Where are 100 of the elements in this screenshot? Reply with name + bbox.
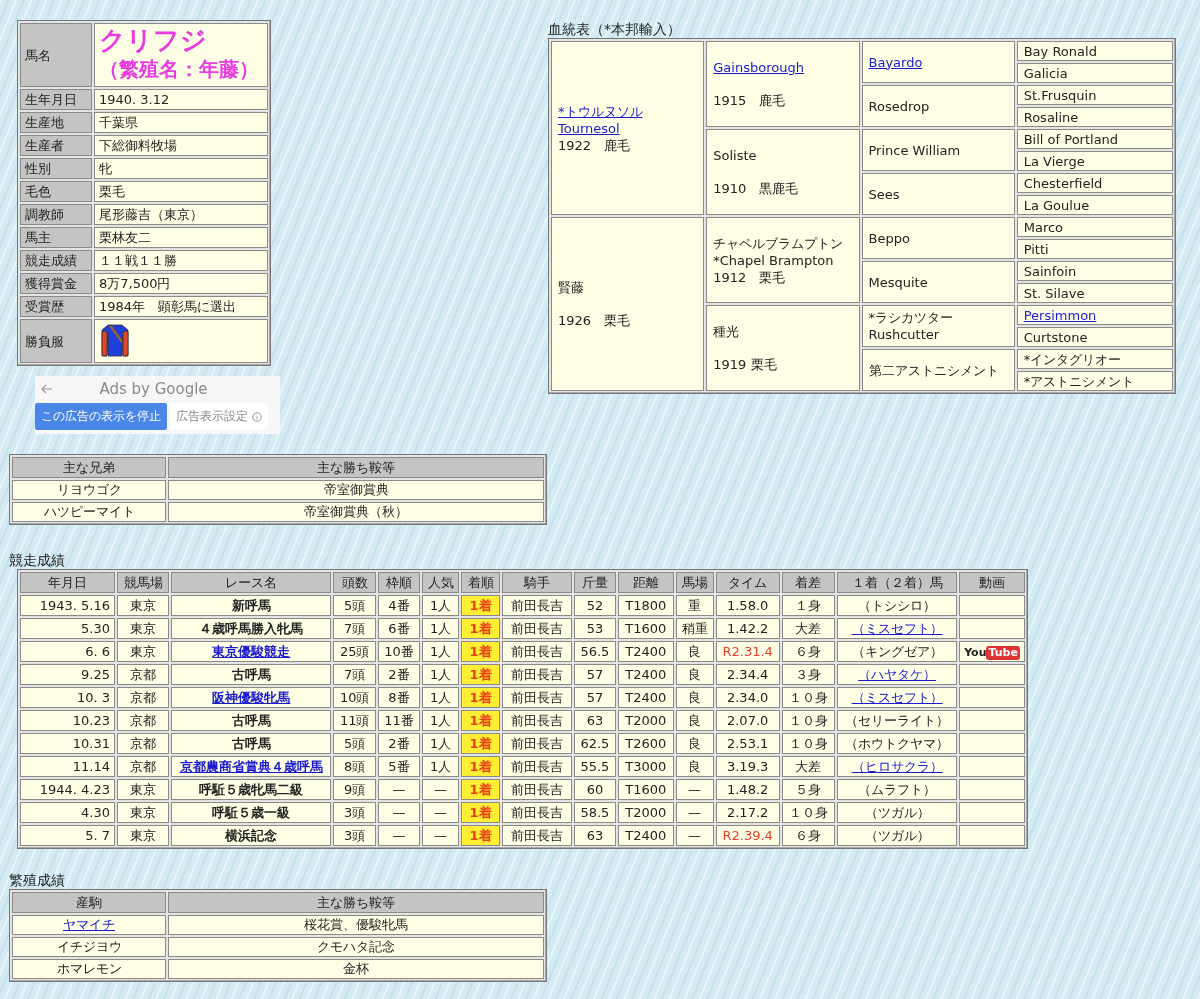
section-title: 血統表（*本邦輸入）: [548, 20, 682, 38]
ancestor-link[interactable]: Tournesol: [558, 120, 620, 136]
table-cell: 1人: [421, 710, 460, 731]
field-label: 受賞歴: [20, 296, 92, 317]
table-cell: ４歳呼馬勝入牝馬: [171, 618, 332, 639]
table-cell: 5. 7: [20, 825, 115, 846]
table-cell: 前田長吉: [501, 710, 572, 731]
race-time: 1.42.2: [726, 620, 769, 636]
column-header: 動画: [959, 572, 1025, 593]
table-cell: 良: [675, 710, 714, 731]
horse-link[interactable]: （ミスセフト）: [851, 620, 943, 636]
table-cell: 2番: [378, 664, 420, 685]
table-cell: 前田長吉: [501, 664, 572, 685]
table-cell: —: [378, 779, 420, 800]
ad-title: Ads by Google: [98, 380, 209, 398]
ancestor-name: Bill of Portland: [1023, 130, 1120, 148]
table-cell: 東京: [117, 595, 170, 616]
table-cell: 11番: [378, 710, 420, 731]
table-cell: 良: [675, 664, 714, 685]
column-header: 産駒: [12, 892, 166, 913]
table-cell: 58.5: [573, 802, 617, 823]
column-header: 頭数: [333, 572, 377, 593]
table-cell: 金杯: [168, 959, 544, 979]
table-cell: 1人: [421, 595, 460, 616]
table-cell: 11頭: [333, 710, 377, 731]
table-cell: 京都: [117, 710, 170, 731]
table-cell: 63: [573, 825, 617, 846]
table-cell: 稍重: [675, 618, 714, 639]
field-value: 牝: [94, 158, 268, 179]
ancestor-name: Prince William: [868, 141, 962, 159]
table-cell: —: [421, 802, 460, 823]
horse-name: クリフジ: [99, 24, 208, 56]
stop-ad-button[interactable]: この広告の表示を停止: [35, 403, 167, 430]
field-label: 性別: [20, 158, 92, 179]
race-link[interactable]: 京都農商省賞典４歳呼馬: [179, 758, 323, 774]
finish-badge: 1着: [461, 779, 500, 800]
ad-settings-button[interactable]: 広告表示設定: [170, 403, 268, 430]
column-header: レース名: [171, 572, 332, 593]
table-cell: ホマレモン: [12, 959, 166, 979]
table-cell: 63: [573, 710, 617, 731]
race-link[interactable]: 阪神優駿牝馬: [212, 689, 291, 705]
table-cell: （キングゼア）: [837, 641, 958, 662]
field-label: 競走成績: [20, 250, 92, 271]
table-cell: T2600: [618, 733, 674, 754]
table-cell: 1人: [421, 756, 460, 777]
race-link[interactable]: 東京優駿競走: [212, 643, 291, 659]
table-cell: 1人: [421, 664, 460, 685]
table-cell: T2400: [618, 641, 674, 662]
ancestor-name: *アストニシメント: [1023, 372, 1136, 390]
ancestor-link[interactable]: *トウルヌソル: [558, 103, 643, 119]
table-cell: 1人: [421, 641, 460, 662]
ancestor-link[interactable]: Gainsborough: [713, 60, 804, 75]
column-header: 距離: [618, 572, 674, 593]
column-header: 騎手: [501, 572, 572, 593]
table-cell: 5番: [378, 756, 420, 777]
ancestor-link[interactable]: Bayardo: [868, 54, 923, 70]
ancestor-name: 種光: [713, 323, 741, 340]
field-label: 馬名: [20, 23, 92, 87]
table-cell: 重: [675, 595, 714, 616]
column-header: 着差: [781, 572, 836, 593]
field-value: 尾形藤吉（東京）: [94, 204, 268, 225]
table-cell: 5頭: [333, 733, 377, 754]
table-cell: 1人: [421, 687, 460, 708]
field-value: 1984年 顕彰馬に選出: [94, 296, 268, 317]
horse-link[interactable]: ヤマイチ: [63, 917, 115, 932]
ancestor-name: Curtstone: [1023, 328, 1089, 346]
table-cell: 1943. 5.16: [20, 595, 115, 616]
column-header: 主な勝ち鞍等: [168, 457, 544, 478]
ancestor-name: 賢藤: [558, 279, 585, 296]
table-cell: 東京: [117, 641, 170, 662]
finish-badge: 1着: [461, 618, 500, 639]
field-value: 千葉県: [94, 112, 268, 133]
table-cell: 10. 3: [20, 687, 115, 708]
info-icon: [252, 411, 262, 422]
table-cell: —: [675, 802, 714, 823]
birth-info: 1922 鹿毛: [558, 136, 632, 154]
table-cell: [959, 595, 1025, 616]
birth-info: 1912 栗毛: [713, 268, 787, 286]
column-header: 馬場: [675, 572, 714, 593]
finish-badge: 1着: [461, 710, 500, 731]
ancestor-name: La Goulue: [1023, 196, 1091, 214]
ancestor-name: Rosedrop: [868, 97, 931, 115]
table-cell: 帝室御賞典: [168, 480, 544, 500]
horse-link[interactable]: （ヒロサクラ）: [851, 758, 943, 774]
table-cell: [959, 733, 1025, 754]
table-cell: [959, 664, 1025, 685]
table-cell: 京都: [117, 733, 170, 754]
horse-link[interactable]: （ハヤタケ）: [858, 666, 937, 682]
birth-info: 1919 栗毛: [713, 356, 778, 373]
race-time: R2.39.4: [722, 827, 773, 843]
table-cell: 帝室御賞典（秋）: [168, 502, 544, 522]
table-cell: 4.30: [20, 802, 115, 823]
race-time: R2.31.4: [722, 643, 773, 659]
ancestor-name: Pitti: [1023, 240, 1050, 258]
horse-link[interactable]: （ミスセフト）: [851, 689, 943, 705]
ancestor-link[interactable]: Persimmon: [1023, 307, 1097, 323]
back-arrow-icon[interactable]: [41, 384, 53, 394]
table-cell: 8番: [378, 687, 420, 708]
birth-info: 1910 黒鹿毛: [713, 180, 800, 197]
table-cell: 7頭: [333, 664, 377, 685]
